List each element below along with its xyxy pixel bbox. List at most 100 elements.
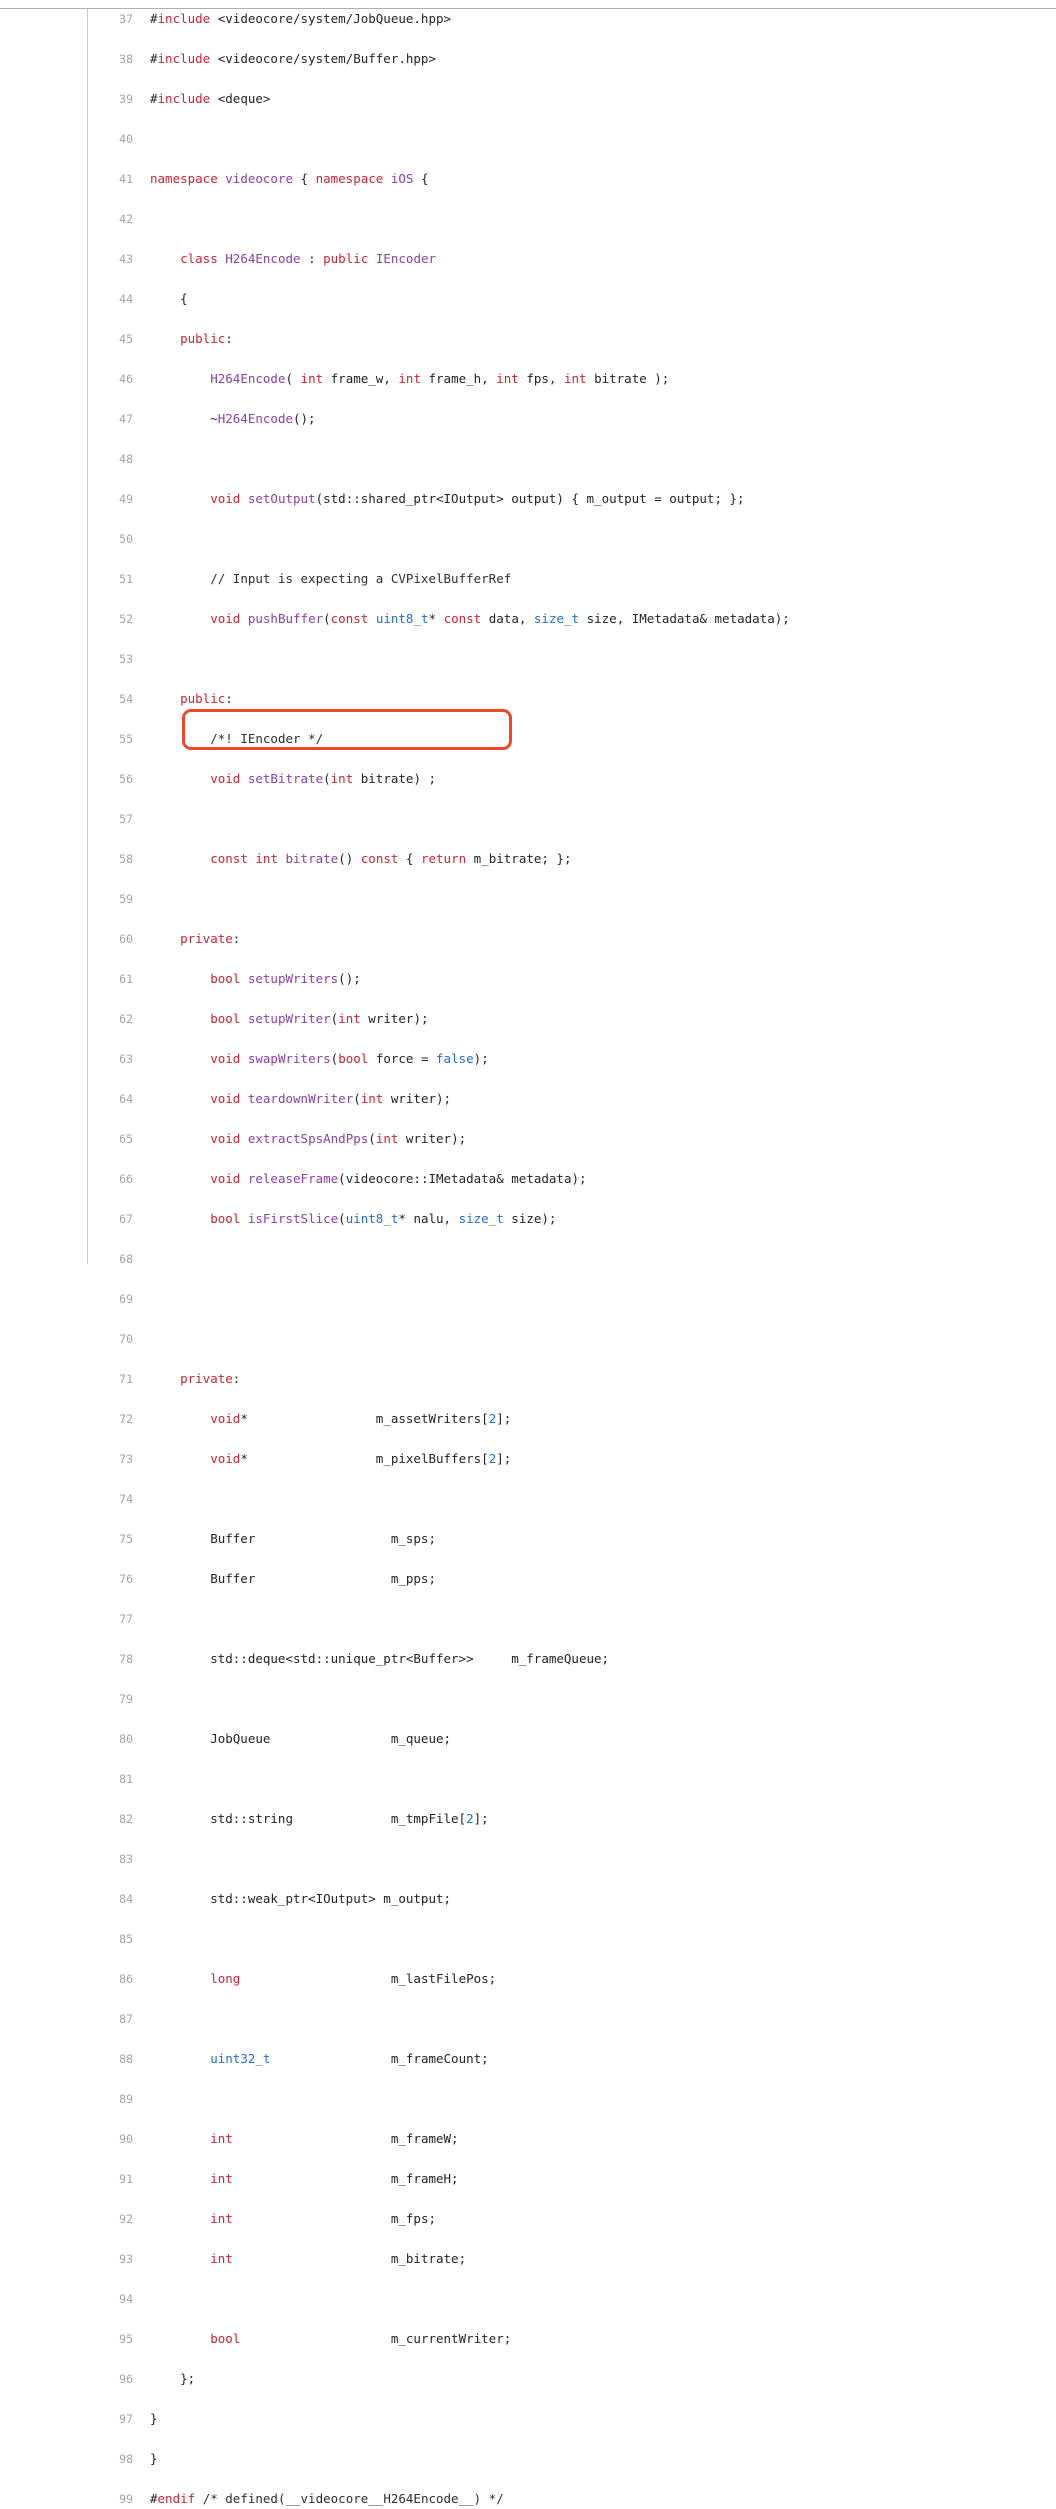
line-content: }; [150, 2369, 195, 2389]
code-line[interactable]: 88 uint32_t m_frameCount; [0, 2049, 1056, 2069]
code-line[interactable]: 97} [0, 2409, 1056, 2429]
code-token: m_fps; [232, 2211, 436, 2226]
code-line[interactable]: 38 #include <videocore/system/Buffer.hpp> [0, 49, 1056, 69]
code-line[interactable]: 48 [0, 449, 1056, 469]
code-token: ( [368, 1131, 376, 1146]
code-line[interactable]: 76 Buffer m_pps; [0, 1569, 1056, 1589]
code-line[interactable]: 73 void* m_pixelBuffers[2]; [0, 1449, 1056, 1469]
line-content: class H264Encode : public IEncoder [150, 249, 436, 269]
code-line[interactable]: 79 [0, 1689, 1056, 1709]
line-content: void* m_assetWriters[2]; [150, 1409, 511, 1429]
line-number: 98 [119, 2452, 133, 2466]
code-line[interactable]: 43 class H264Encode : public IEncoder [0, 249, 1056, 269]
line-content: Buffer m_sps; [150, 1529, 436, 1549]
code-line[interactable]: 95 bool m_currentWriter; [0, 2329, 1056, 2349]
code-line[interactable]: 99 #endif /* defined(__videocore__H264Enc… [0, 2489, 1056, 2509]
code-token: 2 [466, 1811, 474, 1826]
code-line[interactable]: 41 namespace videocore { namespace iOS { [0, 169, 1056, 189]
code-line[interactable]: 58 const int bitrate() const { return m_… [0, 849, 1056, 869]
code-line[interactable]: 98} [0, 2449, 1056, 2469]
code-token: false [436, 1051, 474, 1066]
code-line[interactable]: 90 int m_frameW; [0, 2129, 1056, 2149]
code-line[interactable]: 80 JobQueue m_queue; [0, 1729, 1056, 1749]
code-token: * [428, 611, 444, 626]
code-line[interactable]: 91 int m_frameH; [0, 2169, 1056, 2189]
code-line[interactable]: 51 // Input is expecting a CVPixelBuffer… [0, 569, 1056, 589]
code-line[interactable]: 66 void releaseFrame(videocore::IMetadat… [0, 1169, 1056, 1189]
code-line[interactable]: 57 [0, 809, 1056, 829]
line-number: 43 [119, 252, 133, 266]
line-content: void* m_pixelBuffers[2]; [150, 1449, 511, 1469]
code-line[interactable]: 52 void pushBuffer(const uint8_t* const … [0, 609, 1056, 629]
code-line[interactable]: 49 void setOutput(std::shared_ptr<IOutpu… [0, 489, 1056, 509]
code-line[interactable]: 47 ~H264Encode(); [0, 409, 1056, 429]
code-line[interactable]: 61 bool setupWriters(); [0, 969, 1056, 989]
code-token: Buffer m_pps; [150, 1571, 436, 1586]
code-line[interactable]: 96 }; [0, 2369, 1056, 2389]
code-line[interactable]: 59 [0, 889, 1056, 909]
code-token: JobQueue m_queue; [150, 1731, 452, 1746]
code-line[interactable]: 71 private: [0, 1369, 1056, 1389]
line-number: 88 [119, 2052, 133, 2066]
line-number: 70 [119, 1332, 133, 1346]
code-line[interactable]: 62 bool setupWriter(int writer); [0, 1009, 1056, 1029]
code-token: bool [210, 1211, 241, 1226]
code-line[interactable]: 40 [0, 129, 1056, 149]
code-line[interactable]: 37 #include <videocore/system/JobQueue.hp… [0, 9, 1056, 29]
code-line[interactable]: 77 [0, 1609, 1056, 1629]
code-line[interactable]: 94 [0, 2289, 1056, 2309]
code-line[interactable]: 50 [0, 529, 1056, 549]
code-line[interactable]: 84 std::weak_ptr<IOutput> m_output; [0, 1889, 1056, 1909]
code-line[interactable]: 81 [0, 1769, 1056, 1789]
code-line[interactable]: 42 [0, 209, 1056, 229]
code-line[interactable]: 86 long m_lastFilePos; [0, 1969, 1056, 1989]
code-line[interactable]: 60 private: [0, 929, 1056, 949]
code-line[interactable]: 83 [0, 1849, 1056, 1869]
code-line[interactable]: 44 { [0, 289, 1056, 309]
code-line[interactable]: 64 void teardownWriter(int writer); [0, 1089, 1056, 1109]
line-content: bool setupWriter(int writer); [150, 1009, 428, 1029]
code-token: std::string m_tmpFile[ [150, 1811, 467, 1826]
code-line[interactable]: 89 [0, 2089, 1056, 2109]
code-line[interactable]: 85 [0, 1929, 1056, 1949]
code-line[interactable]: 92 int m_fps; [0, 2209, 1056, 2229]
code-line[interactable]: 45 public: [0, 329, 1056, 349]
code-line[interactable]: 53 [0, 649, 1056, 669]
code-line[interactable]: 65 void extractSpsAndPps(int writer); [0, 1129, 1056, 1149]
code-token: * m_pixelBuffers[ [240, 1451, 489, 1466]
line-number: 57 [119, 812, 133, 826]
line-number: 55 [119, 732, 133, 746]
code-line[interactable]: 93 int m_bitrate; [0, 2249, 1056, 2269]
code-line[interactable]: 75 Buffer m_sps; [0, 1529, 1056, 1549]
code-line[interactable]: 70 [0, 1329, 1056, 1349]
line-number: 52 [119, 612, 133, 626]
code-token: int [398, 371, 421, 386]
code-line[interactable]: 68 [0, 1249, 1056, 1269]
code-line[interactable]: 46 H264Encode( int frame_w, int frame_h,… [0, 369, 1056, 389]
code-line[interactable]: 78 std::deque<std::unique_ptr<Buffer>> m… [0, 1649, 1056, 1669]
code-line[interactable]: 82 std::string m_tmpFile[2]; [0, 1809, 1056, 1829]
code-line[interactable]: 72 void* m_assetWriters[2]; [0, 1409, 1056, 1429]
code-token: const [330, 611, 369, 626]
code-line[interactable]: 39 #include <deque> [0, 89, 1056, 109]
line-number: 99 [119, 2492, 133, 2506]
line-number: 44 [119, 292, 133, 306]
code-token: setupWriters [247, 971, 339, 986]
code-line[interactable]: 54 public: [0, 689, 1056, 709]
code-line[interactable]: 67 bool isFirstSlice(uint8_t* nalu, size… [0, 1209, 1056, 1229]
code-token: <deque> [210, 91, 271, 106]
code-line[interactable]: 55 /*! IEncoder */ [0, 729, 1056, 749]
code-line[interactable]: 69 [0, 1289, 1056, 1309]
code-line[interactable]: 63 void swapWriters(bool force = false); [0, 1049, 1056, 1069]
code-line[interactable]: 74 [0, 1489, 1056, 1509]
code-line[interactable]: 56 void setBitrate(int bitrate) ; [0, 769, 1056, 789]
code-line[interactable]: 87 [0, 2009, 1056, 2029]
